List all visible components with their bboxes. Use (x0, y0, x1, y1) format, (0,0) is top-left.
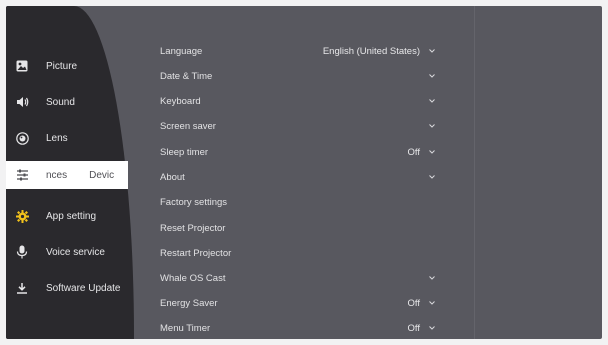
gear-icon (6, 209, 46, 223)
setting-label: Reset Projector (160, 222, 226, 234)
setting-screen-saver[interactable]: Screen saver (160, 118, 436, 134)
setting-sleep-timer[interactable]: Sleep timer Off (160, 144, 436, 160)
setting-label: Factory settings (160, 196, 228, 208)
sidebar-item-label: Lens (46, 132, 68, 144)
sidebar-item-sound[interactable]: Sound (6, 88, 134, 116)
sidebar-item-lens[interactable]: Lens (6, 124, 134, 152)
download-icon (6, 282, 46, 294)
sidebar-item-label: Software Update (46, 282, 121, 294)
setting-label: Screen saver (160, 120, 216, 132)
speaker-icon (6, 96, 46, 108)
chevron-down-icon (428, 148, 436, 156)
setting-whale-os-cast[interactable]: Whale OS Cast (160, 270, 436, 286)
setting-restart-projector[interactable]: Restart Projector (160, 245, 436, 261)
setting-value: English (United States) (322, 45, 420, 57)
sidebar-item-label: Picture (46, 60, 78, 72)
setting-about[interactable]: About (160, 169, 436, 185)
setting-label: About (160, 171, 185, 183)
setting-language[interactable]: Language English (United States) (160, 43, 436, 59)
setting-keyboard[interactable]: Keyboard (160, 93, 436, 109)
setting-label: Sleep timer (160, 146, 209, 158)
sidebar-item-voice-service[interactable]: Voice service (6, 238, 134, 266)
lens-icon (6, 131, 46, 145)
setting-energy-saver[interactable]: Energy Saver Off (160, 295, 436, 311)
setting-label: Energy Saver (160, 297, 218, 309)
sidebar-item-label: nces (46, 169, 68, 181)
setting-label: Whale OS Cast (160, 272, 226, 284)
sidebar-item-label-scrolling: Devic (89, 169, 115, 181)
sidebar-item-picture[interactable]: Picture (6, 52, 134, 80)
setting-date-time[interactable]: Date & Time (160, 68, 436, 84)
setting-value: Off (407, 297, 421, 309)
chevron-down-icon (428, 97, 436, 105)
chevron-down-icon (428, 72, 436, 80)
chevron-down-icon (428, 324, 436, 332)
setting-reset-projector[interactable]: Reset Projector (160, 220, 436, 236)
sidebar-item-label: Sound (46, 96, 75, 108)
setting-label: Language (160, 45, 203, 57)
chevron-down-icon (428, 122, 436, 130)
sidebar: Picture Sound Lens nces Devic App settin… (6, 6, 134, 339)
setting-label: Menu Timer (160, 322, 211, 334)
setting-value: Off (407, 146, 421, 158)
picture-icon (6, 60, 46, 72)
setting-menu-timer[interactable]: Menu Timer Off (160, 320, 436, 336)
sidebar-item-app-setting[interactable]: App setting (6, 202, 134, 230)
chevron-down-icon (428, 274, 436, 282)
setting-value: Off (407, 322, 421, 334)
sidebar-item-software-update[interactable]: Software Update (6, 274, 134, 302)
sidebar-item-device-preferences[interactable]: nces Devic (6, 161, 128, 189)
sliders-icon (6, 169, 46, 181)
setting-label: Date & Time (160, 70, 213, 82)
setting-label: Keyboard (160, 95, 201, 107)
detail-panel (474, 6, 602, 339)
chevron-down-icon (428, 173, 436, 181)
chevron-down-icon (428, 47, 436, 55)
setting-factory-settings[interactable]: Factory settings (160, 194, 436, 210)
sidebar-item-label: Voice service (46, 246, 105, 258)
settings-window: Picture Sound Lens nces Devic App settin… (6, 6, 602, 339)
setting-label: Restart Projector (160, 247, 232, 259)
chevron-down-icon (428, 299, 436, 307)
microphone-icon (6, 245, 46, 259)
sidebar-item-label: App setting (46, 210, 97, 222)
